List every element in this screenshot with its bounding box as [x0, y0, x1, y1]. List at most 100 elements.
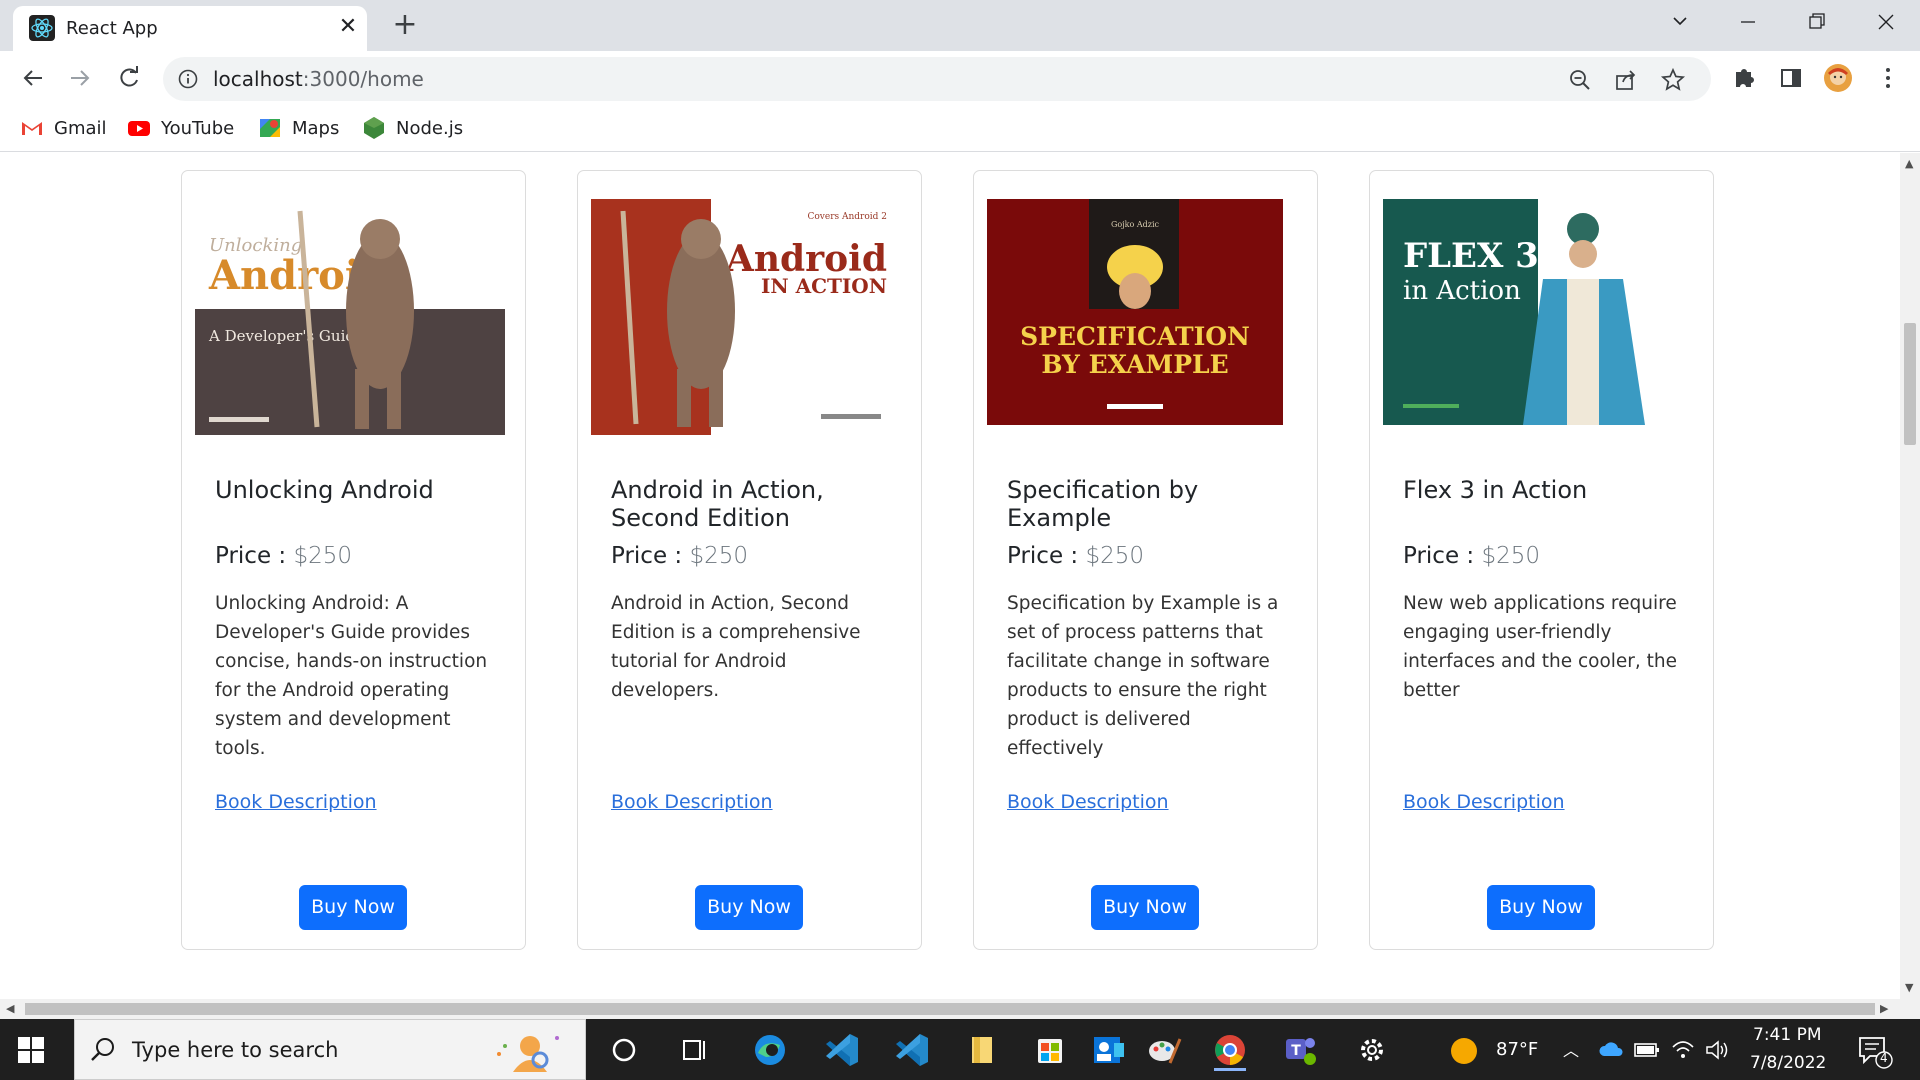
reload-icon[interactable]: [114, 63, 144, 93]
scroll-up-arrow-icon[interactable]: ▲: [1905, 157, 1913, 170]
address-bar[interactable]: localhost:3000/home: [163, 57, 1711, 101]
book-card: Gojko Adzic SPECIFICATION BY EXAMPLE Spe…: [973, 170, 1318, 950]
extensions-icon[interactable]: [1728, 63, 1758, 93]
notification-count-badge: 4: [1880, 1051, 1888, 1065]
cover-subtitle-text: in Action: [1403, 276, 1521, 306]
people-app-icon[interactable]: [1084, 1029, 1132, 1071]
book-cover-image: Unlocking Android A Developer's Guide: [195, 199, 505, 435]
buy-now-button[interactable]: Buy Now: [1091, 885, 1199, 930]
teams-app-icon[interactable]: T: [1276, 1029, 1324, 1071]
url-text[interactable]: localhost:3000/home: [213, 67, 424, 91]
notification-center-icon[interactable]: [1856, 1034, 1896, 1070]
book-cover-image: FLEX 3 in Action: [1383, 199, 1679, 425]
wifi-icon[interactable]: [1670, 1037, 1696, 1061]
bookmark-nodejs[interactable]: Node.js: [362, 114, 463, 142]
battery-icon[interactable]: [1634, 1041, 1660, 1059]
file-explorer-icon[interactable]: [958, 1029, 1006, 1071]
buy-now-button[interactable]: Buy Now: [695, 885, 803, 930]
paint-app-icon[interactable]: [1140, 1029, 1188, 1071]
bookmark-youtube[interactable]: YouTube: [127, 114, 234, 142]
search-highlight-icon: [497, 1036, 559, 1072]
bookmark-label: Maps: [292, 117, 340, 139]
tab-search-icon[interactable]: [1660, 6, 1700, 38]
info-icon[interactable]: [177, 68, 199, 90]
price-value: $250: [1085, 543, 1145, 569]
horizontal-scroll-thumb[interactable]: [25, 1003, 1875, 1015]
tray-chevron-up-icon[interactable]: ︿: [1563, 1037, 1579, 1061]
menu-kebab-icon[interactable]: [1873, 63, 1903, 93]
profile-avatar[interactable]: [1823, 63, 1853, 93]
tab-close-icon[interactable]: ✕: [335, 14, 361, 40]
youtube-icon: [128, 121, 150, 136]
cover-title-text: SPECIFICATION: [1020, 322, 1250, 351]
url-host: localhost: [213, 67, 303, 91]
cover-title-text: FLEX 3: [1403, 236, 1539, 276]
scroll-right-arrow-icon[interactable]: ▶: [1880, 1002, 1888, 1015]
buy-now-button[interactable]: Buy Now: [1487, 885, 1595, 930]
clock-time[interactable]: 7:41 PM: [1753, 1025, 1822, 1045]
zoom-out-icon[interactable]: [1567, 67, 1593, 93]
task-view-cortana-icon[interactable]: [600, 1029, 648, 1071]
vertical-scrollbar[interactable]: ▲ ▼: [1900, 153, 1920, 999]
chrome-browser-icon[interactable]: [1206, 1029, 1254, 1071]
windows-taskbar: Type here to search T 87°F ︿ 7:41 PM 7/8…: [0, 1019, 1920, 1080]
bookmark-label: YouTube: [161, 117, 235, 139]
bookmark-gmail[interactable]: Gmail: [20, 114, 107, 142]
clock-date[interactable]: 7/8/2022: [1750, 1053, 1826, 1073]
side-panel-icon[interactable]: [1776, 63, 1806, 93]
bookmark-maps[interactable]: Maps: [258, 114, 339, 142]
book-title: Specification by Example: [1007, 476, 1199, 532]
svg-text:T: T: [1291, 1043, 1301, 1059]
bookmark-label: Gmail: [54, 117, 107, 139]
horizontal-scrollbar[interactable]: ◀ ▶: [0, 999, 1900, 1019]
book-description-link[interactable]: Book Description: [1403, 791, 1565, 813]
bookmark-label: Node.js: [396, 117, 464, 139]
minimize-icon[interactable]: [1728, 6, 1768, 38]
vscode-icon[interactable]: [818, 1029, 866, 1071]
cover-subtitle-text: BY EXAMPLE: [1041, 350, 1228, 379]
book-price: Price : $250: [611, 543, 748, 569]
back-icon[interactable]: [18, 63, 48, 93]
book-description-link[interactable]: Book Description: [1007, 791, 1169, 813]
nodejs-icon: [364, 117, 384, 139]
weather-sun-icon[interactable]: [1448, 1035, 1480, 1067]
new-tab-button[interactable]: +: [389, 9, 421, 41]
restore-icon[interactable]: [1796, 6, 1836, 38]
bookmark-star-icon[interactable]: [1660, 67, 1686, 93]
cover-subtitle-text: IN ACTION: [761, 274, 887, 298]
vertical-scroll-thumb[interactable]: [1904, 323, 1916, 445]
scroll-down-arrow-icon[interactable]: ▼: [1905, 981, 1913, 994]
vscode-insiders-icon[interactable]: [888, 1029, 936, 1071]
search-placeholder: Type here to search: [132, 1038, 339, 1062]
url-path: :3000/home: [302, 67, 424, 91]
volume-icon[interactable]: [1704, 1039, 1730, 1061]
forward-icon[interactable]: [65, 63, 95, 93]
book-cover-image: Covers Android 2 Android IN ACTION: [591, 199, 901, 435]
settings-gear-icon[interactable]: [1348, 1029, 1396, 1071]
price-value: $250: [293, 543, 353, 569]
taskbar-search-box[interactable]: Type here to search: [74, 1019, 586, 1080]
onedrive-cloud-icon[interactable]: [1598, 1039, 1624, 1059]
book-description-link[interactable]: Book Description: [611, 791, 773, 813]
browser-tab[interactable]: React App ✕: [13, 6, 367, 51]
price-label: Price :: [611, 543, 690, 569]
edge-browser-icon[interactable]: [746, 1029, 794, 1071]
price-value: $250: [1481, 543, 1541, 569]
book-description: Unlocking Android: A Developer's Guide p…: [215, 593, 488, 759]
book-price: Price : $250: [215, 543, 352, 569]
windows-start-icon[interactable]: [18, 1037, 44, 1063]
search-icon: [91, 1038, 114, 1061]
share-icon[interactable]: [1613, 67, 1639, 93]
book-title: Unlocking Android: [215, 476, 434, 504]
buy-now-button[interactable]: Buy Now: [299, 885, 407, 930]
page-viewport: Unlocking Android A Developer's Guide Un…: [0, 153, 1900, 999]
close-window-icon[interactable]: [1866, 6, 1906, 38]
book-description-link[interactable]: Book Description: [215, 791, 377, 813]
scrollbar-corner: [1900, 999, 1920, 1019]
scroll-left-arrow-icon[interactable]: ◀: [6, 1002, 14, 1015]
weather-temperature[interactable]: 87°F: [1496, 1039, 1538, 1060]
cover-small-text: Gojko Adzic: [1111, 220, 1160, 229]
task-view-icon[interactable]: [670, 1029, 718, 1071]
book-description: Specification by Example is a set of pro…: [1007, 593, 1279, 759]
microsoft-store-icon[interactable]: [1026, 1029, 1074, 1071]
